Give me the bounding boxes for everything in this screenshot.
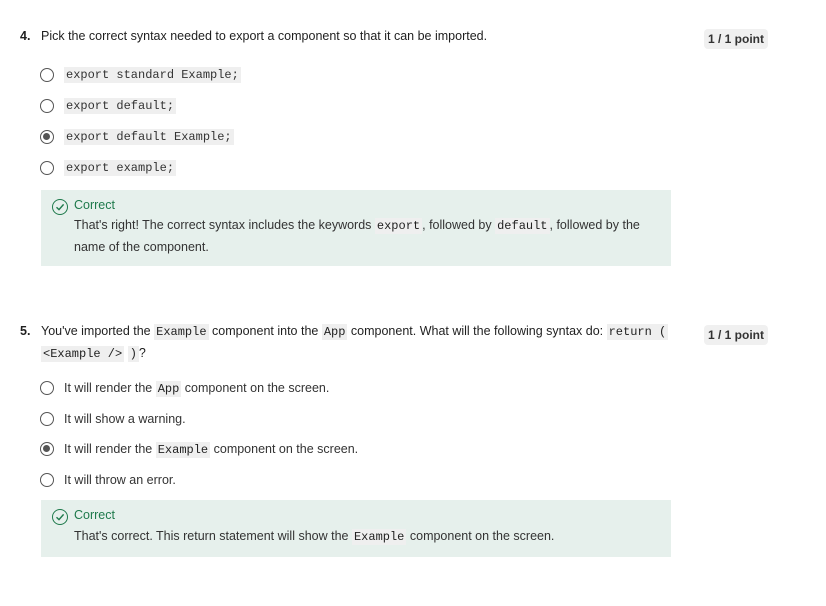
code-snippet: <Example /> <box>41 346 125 362</box>
option-label: export default; <box>64 98 177 114</box>
code-snippet: ) <box>127 346 139 362</box>
radio-button[interactable] <box>40 68 54 82</box>
code-snippet: App <box>321 324 348 340</box>
option-1[interactable]: export standard Example; <box>40 66 241 84</box>
radio-button-selected[interactable] <box>40 130 54 144</box>
check-circle-icon <box>52 199 68 215</box>
radio-button[interactable] <box>40 473 54 487</box>
option-2[interactable]: It will show a warning. <box>40 410 186 428</box>
code-snippet: export <box>374 218 423 234</box>
question-prompt: You've imported the Example component in… <box>41 324 669 362</box>
option-1[interactable]: It will render the App component on the … <box>40 379 329 397</box>
option-3[interactable]: export default Example; <box>40 128 234 146</box>
feedback-box: Correct That's right! The correct syntax… <box>41 190 671 266</box>
option-label: It will render the Example component on … <box>64 441 359 458</box>
feedback-text: That's correct. This return statement wi… <box>74 529 555 545</box>
code-snippet: Example <box>351 529 407 545</box>
feedback-text: That's right! The correct syntax include… <box>74 218 640 254</box>
option-4[interactable]: export example; <box>40 159 177 177</box>
radio-button-selected[interactable] <box>40 442 54 456</box>
code-snippet: App <box>155 380 182 397</box>
points-badge: 1 / 1 point <box>704 325 769 345</box>
feedback-title: Correct <box>74 198 115 212</box>
points-badge: 1 / 1 point <box>704 29 769 49</box>
radio-button[interactable] <box>40 412 54 426</box>
code-snippet: default <box>495 218 550 234</box>
radio-button[interactable] <box>40 381 54 395</box>
question-number: 5. <box>20 324 31 338</box>
option-label: It will render the App component on the … <box>64 380 330 397</box>
option-label: It will throw an error. <box>64 473 176 487</box>
option-2[interactable]: export default; <box>40 97 177 115</box>
question-number: 4. <box>20 29 31 43</box>
option-label: It will show a warning. <box>64 412 186 426</box>
option-4[interactable]: It will throw an error. <box>40 471 176 489</box>
option-label: export standard Example; <box>64 67 241 83</box>
code-snippet: return ( <box>606 324 669 340</box>
option-3[interactable]: It will render the Example component on … <box>40 440 358 458</box>
question-prompt: Pick the correct syntax needed to export… <box>41 29 488 43</box>
check-circle-icon <box>52 509 68 525</box>
option-label: export default Example; <box>64 129 234 145</box>
code-snippet: Example <box>154 324 209 340</box>
feedback-title: Correct <box>74 508 115 522</box>
option-label: export example; <box>64 160 177 176</box>
radio-button[interactable] <box>40 99 54 113</box>
code-snippet: Example <box>155 441 211 458</box>
radio-button[interactable] <box>40 161 54 175</box>
feedback-box: Correct That's correct. This return stat… <box>41 500 671 557</box>
